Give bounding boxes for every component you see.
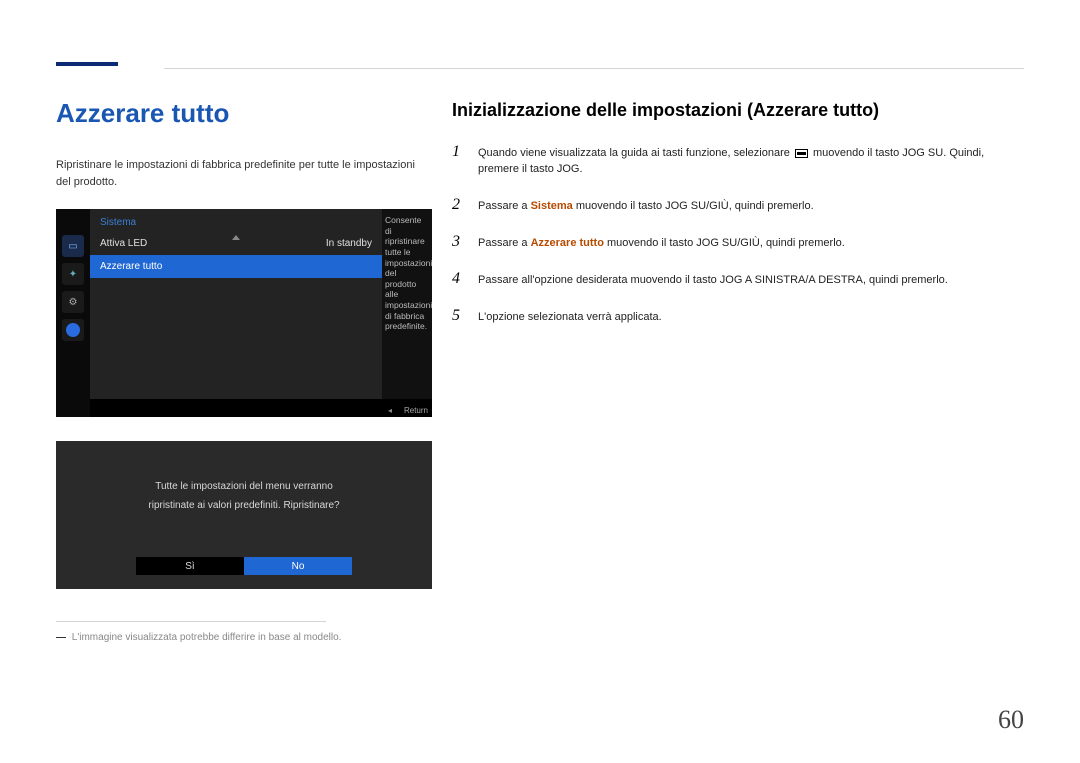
step-pre: Passare a — [478, 200, 531, 212]
step-pre: Quando viene visualizzata la guida ai ta… — [478, 147, 793, 159]
step-post: muovendo il tasto JOG SU/GIÙ, quindi pre… — [604, 237, 845, 249]
osd-body: Sistema Attiva LED In standby Azzerare t… — [90, 209, 382, 399]
step-number: 4 — [452, 270, 464, 288]
step-text: Passare a Sistema muovendo il tasto JOG … — [478, 199, 814, 215]
step-1: 1 Quando viene visualizzata la guida ai … — [452, 143, 1024, 178]
step-pre: Passare a — [478, 237, 531, 249]
dialog-yes-button: Sì — [136, 557, 244, 575]
dialog-line1: Tutte le impostazioni del menu verranno — [155, 481, 333, 492]
dialog-buttons: Sì No — [56, 557, 432, 575]
dialog-line2: ripristinate ai valori predefiniti. Ripr… — [148, 500, 339, 511]
step-em: Azzerare tutto — [531, 237, 604, 249]
info-icon — [62, 319, 84, 341]
step-number: 1 — [452, 143, 464, 161]
footnote: ― L'immagine visualizzata potrebbe diffe… — [56, 632, 432, 643]
section-title: Inizializzazione delle impostazioni (Azz… — [452, 100, 1024, 121]
intro-text: Ripristinare le impostazioni di fabbrica… — [56, 157, 432, 191]
osd-menu-illustration: ▭ ✦ ⚙ Sistema Attiva LED In standby Azze… — [56, 209, 432, 417]
page-number: 60 — [998, 705, 1024, 735]
osd-row-label: Azzerare tutto — [100, 261, 162, 272]
left-column: Azzerare tutto Ripristinare le impostazi… — [56, 98, 432, 643]
step-number: 2 — [452, 196, 464, 214]
osd-category: Sistema — [90, 209, 382, 232]
step-em: Sistema — [531, 200, 573, 212]
osd-row-label: Attiva LED — [100, 238, 147, 249]
confirm-dialog-illustration: Tutte le impostazioni del menu verranno … — [56, 441, 432, 589]
step-2: 2 Passare a Sistema muovendo il tasto JO… — [452, 196, 1024, 215]
dialog-message: Tutte le impostazioni del menu verranno … — [56, 477, 432, 515]
menu-icon — [795, 149, 808, 158]
picture-icon: ✦ — [62, 263, 84, 285]
step-post: muovendo il tasto JOG SU/GIÙ, quindi pre… — [573, 200, 814, 212]
page-title: Azzerare tutto — [56, 98, 432, 129]
step-text: Passare all'opzione desiderata muovendo … — [478, 273, 948, 289]
right-column: Inizializzazione delle impostazioni (Azz… — [452, 100, 1024, 344]
step-text: Quando viene visualizzata la guida ai ta… — [478, 146, 1024, 178]
chevron-up-icon — [232, 235, 240, 240]
step-4: 4 Passare all'opzione desiderata muovend… — [452, 270, 1024, 289]
step-text: Passare a Azzerare tutto muovendo il tas… — [478, 236, 845, 252]
dash-icon: ― — [56, 632, 66, 643]
gear-icon: ⚙ — [62, 291, 84, 313]
osd-sidebar: ▭ ✦ ⚙ — [56, 209, 90, 417]
monitor-icon: ▭ — [62, 235, 84, 257]
osd-row-azzerare-tutto: Azzerare tutto — [90, 255, 382, 278]
dialog-no-button: No — [244, 557, 352, 575]
step-3: 3 Passare a Azzerare tutto muovendo il t… — [452, 233, 1024, 252]
step-text: L'opzione selezionata verrà applicata. — [478, 310, 662, 326]
header-rule — [164, 68, 1024, 69]
osd-hint-panel: Consente di ripristinare tutte le impost… — [382, 209, 432, 399]
step-number: 3 — [452, 233, 464, 251]
footnote-text: L'immagine visualizzata potrebbe differi… — [72, 632, 342, 643]
step-5: 5 L'opzione selezionata verrà applicata. — [452, 307, 1024, 326]
osd-row-value: In standby — [326, 238, 372, 249]
header-accent-bar — [56, 62, 118, 66]
osd-return-label: Return — [388, 406, 428, 415]
footnote-rule — [56, 621, 326, 622]
step-number: 5 — [452, 307, 464, 325]
